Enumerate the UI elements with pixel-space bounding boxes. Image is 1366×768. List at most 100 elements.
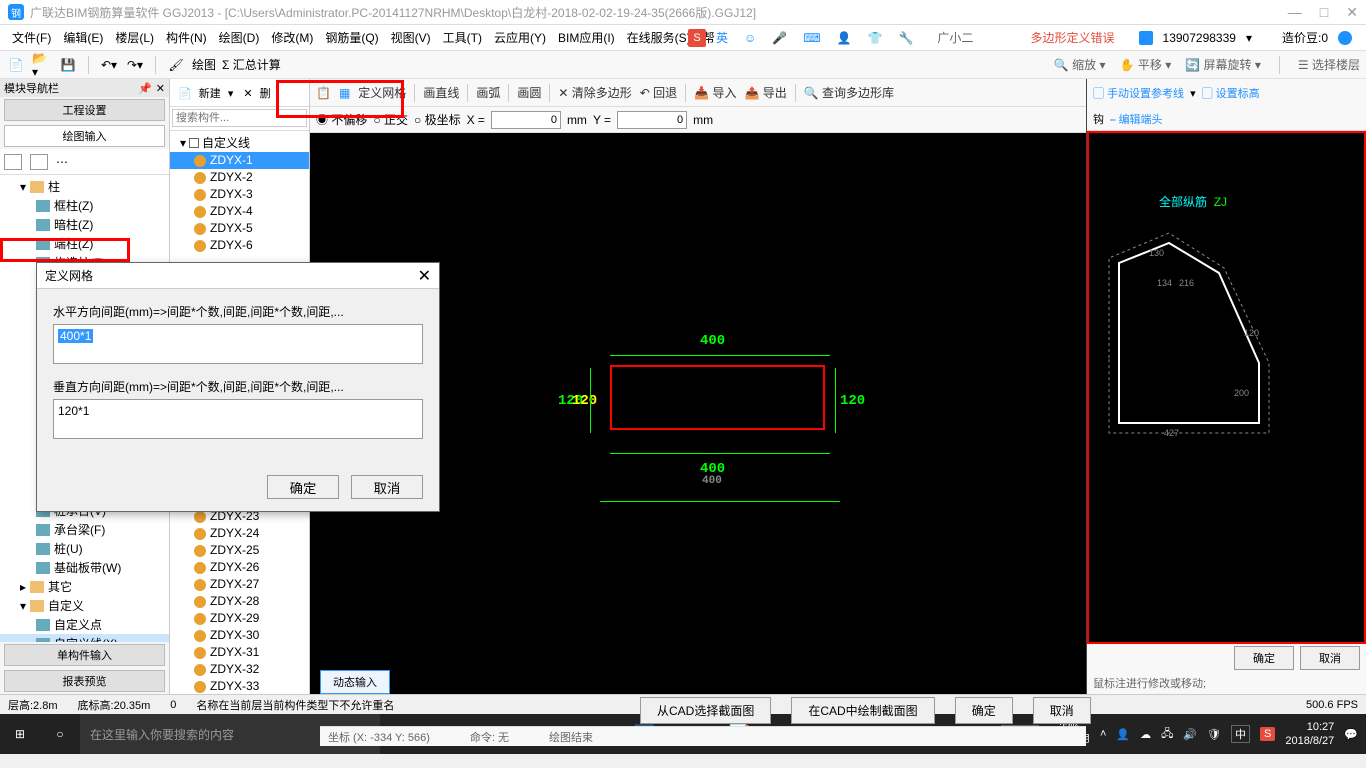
menu-file[interactable]: 文件(F) — [6, 26, 57, 49]
comp-item[interactable]: ZDYX-27 — [170, 576, 309, 593]
save-icon[interactable]: 💾 — [58, 55, 78, 75]
close-button[interactable]: ✕ — [1346, 4, 1358, 21]
tree-found-strip[interactable]: 基础板带(W) — [0, 558, 169, 577]
menu-draw[interactable]: 绘图(D) — [213, 26, 266, 49]
polar-radio[interactable]: ○ 极坐标 — [414, 111, 461, 128]
clear-poly-button[interactable]: ✕ 清除多边形 — [558, 84, 631, 101]
del-comp-button[interactable]: ✕ 删 — [239, 83, 278, 103]
paint-icon[interactable]: 🖌 — [166, 55, 186, 75]
select-from-cad-button[interactable]: 从CAD选择截面图 — [640, 697, 771, 724]
tree-collapse-icon[interactable] — [30, 154, 48, 170]
v-spacing-input[interactable]: 120*1 — [53, 399, 423, 439]
export-button[interactable]: 📤 导出 — [744, 84, 786, 101]
tree-hidden-col[interactable]: 暗柱(Z) — [0, 215, 169, 234]
comp-item[interactable]: ZDYX-4 — [170, 203, 309, 220]
comp-item[interactable]: ZDYX-33 — [170, 678, 309, 694]
poly-error-label[interactable]: 多边形定义错误 — [1025, 26, 1121, 49]
menu-cloud[interactable]: 云应用(Y) — [488, 26, 552, 49]
ime-tool-icon[interactable]: ☺ — [738, 28, 762, 48]
tray-cloud-icon[interactable]: ☁ — [1140, 728, 1151, 741]
y-input[interactable] — [617, 111, 687, 129]
redo-icon[interactable]: ↷▾ — [125, 55, 145, 75]
comp-item[interactable]: ZDYX-1 — [170, 152, 309, 169]
dynamic-input-badge[interactable]: 动态输入 — [320, 670, 390, 694]
notif-icon[interactable]: 💬 — [1344, 728, 1358, 741]
draw-in-cad-button[interactable]: 在CAD中绘制截面图 — [791, 697, 934, 724]
ime-user-icon[interactable]: 👤 — [831, 28, 858, 48]
comp-item[interactable]: ZDYX-31 — [170, 644, 309, 661]
zoom-tool[interactable]: 🔍 缩放 ▾ — [1054, 56, 1106, 73]
draw-arc-button[interactable]: 画弧 — [476, 84, 500, 101]
tree-frame-col[interactable]: 框柱(Z) — [0, 196, 169, 215]
ime-shirt-icon[interactable]: 👕 — [862, 28, 889, 48]
tree-cap-beam[interactable]: 承台梁(F) — [0, 520, 169, 539]
menu-online[interactable]: 在线服务(S) — [621, 26, 697, 49]
ime-sogou-icon[interactable]: S — [688, 29, 706, 47]
project-settings-button[interactable]: 工程设置 — [4, 99, 165, 121]
comp-item[interactable]: ZDYX-25 — [170, 542, 309, 559]
menu-tools[interactable]: 工具(T) — [437, 26, 488, 49]
draw-line-button[interactable]: 画直线 — [423, 84, 459, 101]
tree-custom[interactable]: ▾自定义 — [0, 596, 169, 615]
right-ok-button[interactable]: 确定 — [1234, 646, 1294, 670]
dialog-close-icon[interactable]: ✕ — [418, 266, 431, 286]
canvas-cancel-button[interactable]: 取消 — [1033, 697, 1091, 724]
maximize-button[interactable]: □ — [1320, 4, 1328, 21]
undo-button[interactable]: ↶ 回退 — [640, 84, 677, 101]
comp-item[interactable]: ZDYX-30 — [170, 627, 309, 644]
comp-item[interactable]: ZDYX-5 — [170, 220, 309, 237]
minimize-button[interactable]: — — [1288, 4, 1302, 21]
menu-floor[interactable]: 楼层(L) — [109, 26, 160, 49]
new-comp-button[interactable]: 📄 新建 ▾ — [174, 83, 237, 103]
tray-people-icon[interactable]: 👤 — [1116, 728, 1130, 741]
report-preview-button[interactable]: 报表预览 — [4, 670, 165, 692]
cortana-icon[interactable]: ○ — [40, 714, 80, 754]
comp-item[interactable]: ZDYX-24 — [170, 525, 309, 542]
hook-button[interactable]: 钩 — [1093, 111, 1104, 127]
tree-expand-icon[interactable] — [4, 154, 22, 170]
pan-tool[interactable]: ✋ 平移 ▾ — [1120, 56, 1172, 73]
menu-view[interactable]: 视图(V) — [385, 26, 437, 49]
menu-bim[interactable]: BIM应用(I) — [552, 26, 621, 49]
comp-item[interactable]: ZDYX-2 — [170, 169, 309, 186]
tray-up-icon[interactable]: ˄ — [1100, 728, 1106, 740]
set-elev-button[interactable]: ▢ 设置标高 — [1202, 85, 1260, 101]
tree-custom-line[interactable]: 自定义线(X) — [0, 634, 169, 642]
draw-circle-button[interactable]: 画圆 — [517, 84, 541, 101]
start-button[interactable]: ⊞ — [0, 714, 40, 754]
rotate-tool[interactable]: 🔄 屏幕旋转 ▾ — [1185, 56, 1261, 73]
menu-component[interactable]: 构件(N) — [160, 26, 213, 49]
dialog-cancel-button[interactable]: 取消 — [351, 475, 423, 499]
tray-vol-icon[interactable]: 🔊 — [1183, 728, 1197, 741]
edit-end-button[interactable]: ⎯ 编辑端头 — [1110, 111, 1163, 127]
canvas-ok-button[interactable]: 确定 — [955, 697, 1013, 724]
coins-label[interactable]: 造价豆:0 — [1276, 26, 1334, 49]
gxe-label[interactable]: 广小二 — [931, 26, 979, 49]
undo-icon[interactable]: ↶▾ — [99, 55, 119, 75]
tray-net-icon[interactable]: 🖧 — [1161, 725, 1173, 744]
comp-item[interactable]: ZDYX-29 — [170, 610, 309, 627]
pin-icon[interactable]: 📌 — [138, 82, 152, 95]
menu-edit[interactable]: 编辑(E) — [57, 26, 109, 49]
menu-rebar[interactable]: 钢筋量(Q) — [319, 26, 384, 49]
user-id[interactable]: 13907298339 — [1157, 28, 1242, 48]
comp-item[interactable]: ZDYX-26 — [170, 559, 309, 576]
draw-input-button[interactable]: 绘图输入 — [4, 125, 165, 147]
menu-modify[interactable]: 修改(M) — [265, 26, 319, 49]
right-cancel-button[interactable]: 取消 — [1300, 646, 1360, 670]
comp-item[interactable]: ZDYX-32 — [170, 661, 309, 678]
ime-wrench-icon[interactable]: 🔧 — [892, 28, 919, 48]
tree-custom-point[interactable]: 自定义点 — [0, 615, 169, 634]
tree-more-icon[interactable]: ⋯ — [56, 155, 68, 169]
x-input[interactable] — [491, 111, 561, 129]
tray-sogou-icon[interactable]: S — [1260, 727, 1275, 741]
tray-shield-icon[interactable]: 🛡 — [1207, 728, 1221, 741]
comp-item[interactable]: ZDYX-3 — [170, 186, 309, 203]
set-ref-line-button[interactable]: ▢ 手动设置参考线 — [1093, 85, 1184, 101]
h-spacing-input[interactable]: 400*1 — [53, 324, 423, 364]
tree-column[interactable]: ▾柱 — [0, 177, 169, 196]
section-preview[interactable]: 全部纵筋 ZJ 130 134 216 120 200 427 — [1087, 131, 1366, 644]
tray-ime-icon[interactable]: 中 — [1231, 725, 1250, 743]
ime-kbd-icon[interactable]: ⌨ — [797, 28, 826, 48]
query-poly-button[interactable]: 🔍 查询多边形库 — [804, 84, 894, 101]
